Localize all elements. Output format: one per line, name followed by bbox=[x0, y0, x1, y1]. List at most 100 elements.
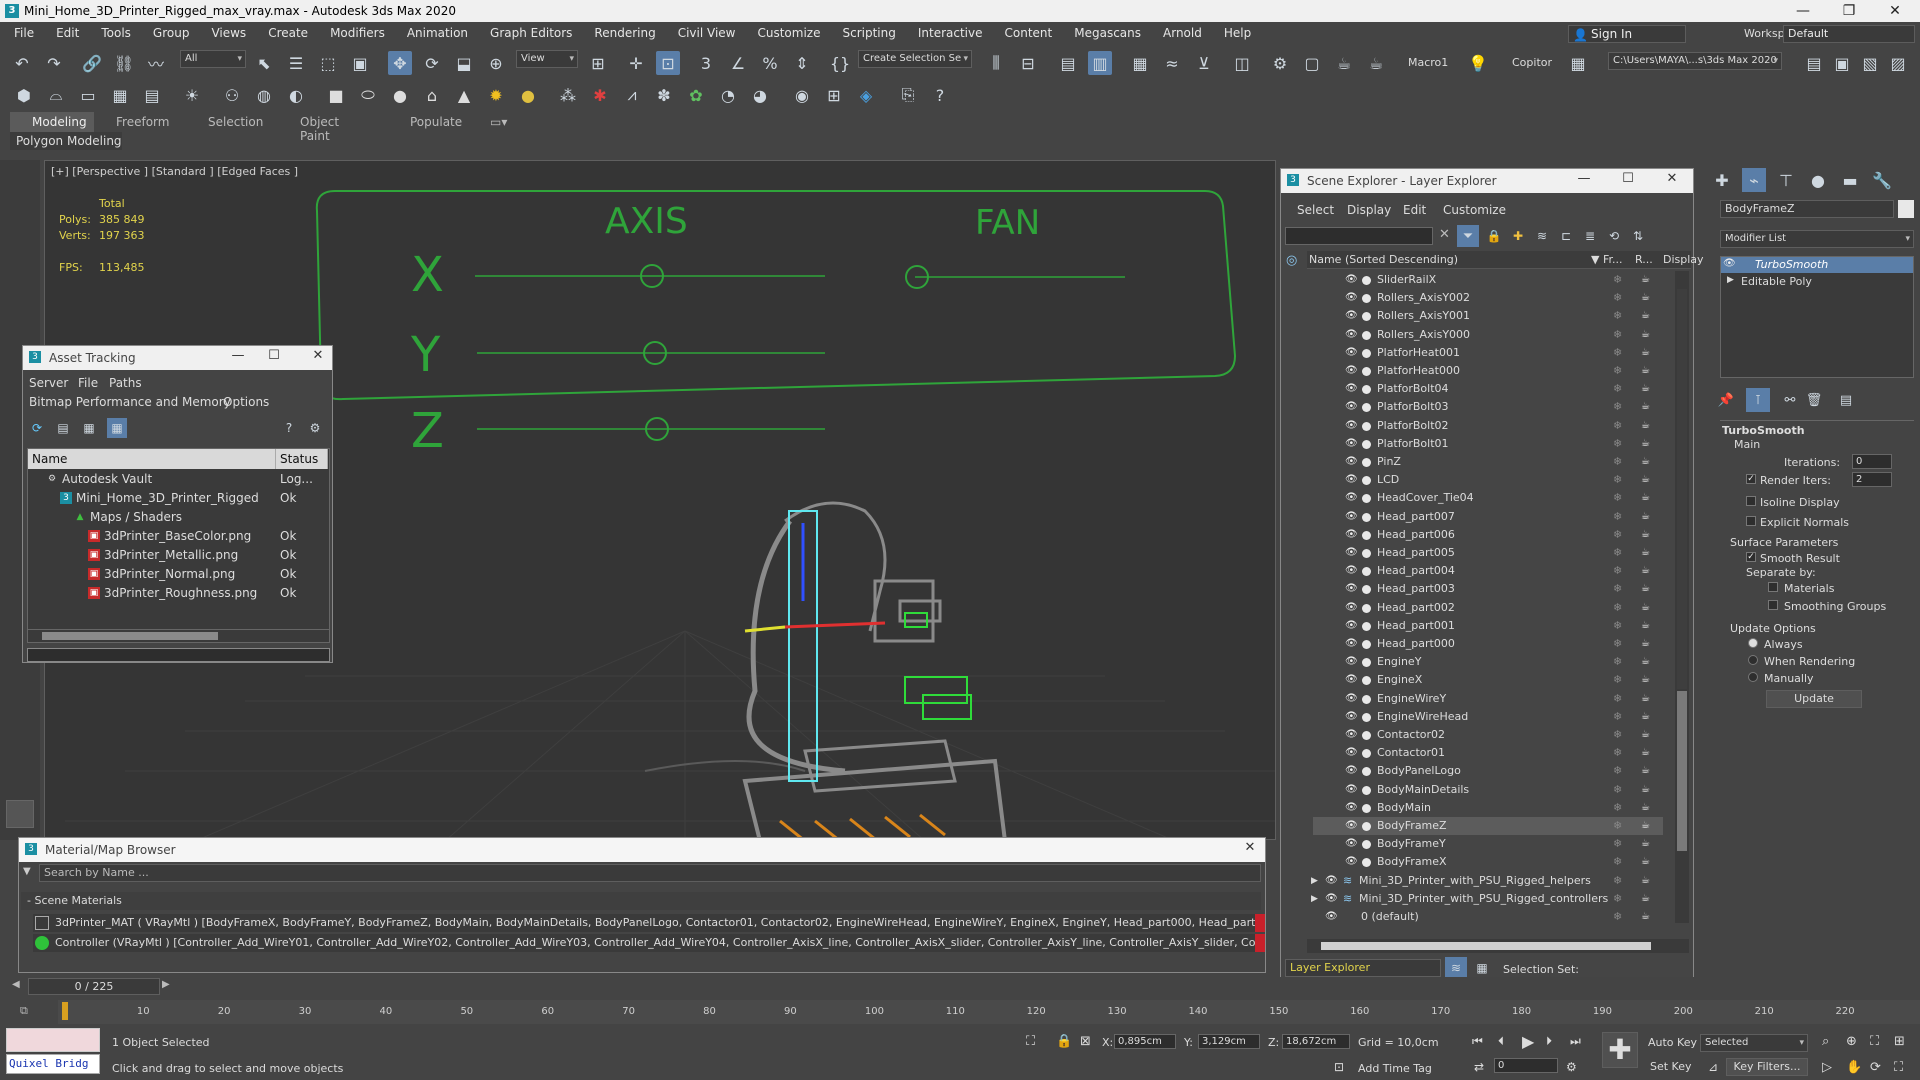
keyboard-shortcut-override-icon[interactable]: ⊡ bbox=[656, 51, 680, 75]
layer-render-icon[interactable]: ☕ bbox=[1641, 908, 1650, 926]
go-to-start-icon[interactable]: ⏮ bbox=[1472, 1034, 1483, 1049]
asset-help-icon[interactable]: ? bbox=[279, 418, 299, 438]
sign-in-dropdown[interactable]: 👤 Sign In bbox=[1568, 25, 1686, 43]
explorer-type-dropdown[interactable]: Layer Explorer bbox=[1285, 959, 1441, 977]
scene-row[interactable]: 👁 Contactor01 ❄ ☕ bbox=[1313, 744, 1663, 762]
update-button[interactable]: Update bbox=[1766, 690, 1862, 708]
layout-icon-3[interactable]: ▧ bbox=[1858, 51, 1882, 75]
asset-col-name[interactable]: Name bbox=[28, 449, 276, 469]
freeze-icon[interactable]: ❄ bbox=[1613, 344, 1622, 362]
isolate-selection-icon[interactable]: ⛶ bbox=[1026, 1034, 1035, 1049]
asset-row[interactable]: ▣ 3dPrinter_Metallic.png Ok bbox=[28, 546, 329, 565]
layer-render-icon[interactable]: ☕ bbox=[1641, 890, 1650, 908]
menu-megascans[interactable]: Megascans bbox=[1063, 22, 1152, 44]
layout-icon-2[interactable]: ▣ bbox=[1830, 51, 1854, 75]
freeze-icon[interactable]: ❄ bbox=[1613, 562, 1622, 580]
scene-row[interactable]: 👁 Rollers_AxisY001 ❄ ☕ bbox=[1313, 307, 1663, 325]
visibility-eye-icon[interactable]: 👁 bbox=[1345, 762, 1358, 780]
menu-tools[interactable]: Tools bbox=[90, 22, 142, 44]
current-frame-marker[interactable] bbox=[62, 1002, 68, 1020]
render-region-icon[interactable]: ⊞ bbox=[822, 83, 846, 107]
asset-settings-icon[interactable]: ⚙ bbox=[305, 418, 325, 438]
asset-path-field[interactable] bbox=[27, 648, 330, 662]
scene-col-display[interactable]: Display bbox=[1663, 253, 1704, 266]
filter-icon[interactable]: ⏷ bbox=[1457, 225, 1479, 247]
modify-tab-icon[interactable]: ⌁ bbox=[1742, 168, 1766, 192]
renderable-icon[interactable]: ☕ bbox=[1641, 781, 1650, 799]
pin-stack-icon[interactable]: 📌 bbox=[1714, 388, 1738, 412]
visibility-eye-icon[interactable]: 👁 bbox=[1345, 435, 1358, 453]
scene-row[interactable]: 👁 Head_part003 ❄ ☕ bbox=[1313, 580, 1663, 598]
freeze-icon[interactable]: ❄ bbox=[1613, 471, 1622, 489]
renderable-icon[interactable]: ☕ bbox=[1641, 635, 1650, 653]
renderable-icon[interactable]: ☕ bbox=[1641, 708, 1650, 726]
motion-tab-icon[interactable]: ● bbox=[1806, 168, 1830, 192]
utilities-tab-icon[interactable]: 🔧 bbox=[1870, 168, 1894, 192]
maxscript-listener[interactable] bbox=[6, 1028, 100, 1052]
scene-row[interactable]: 👁 Head_part007 ❄ ☕ bbox=[1313, 508, 1663, 526]
layer-freeze-icon[interactable]: ❄ bbox=[1613, 872, 1622, 890]
particle-icon[interactable]: ⁂ bbox=[556, 83, 580, 107]
scene-menu-display[interactable]: Display bbox=[1347, 203, 1391, 217]
scene-materials-section[interactable]: - Scene Materials bbox=[21, 892, 1261, 910]
layer-expand-icon[interactable]: ▶ bbox=[1311, 890, 1318, 908]
menu-modifiers[interactable]: Modifiers bbox=[319, 22, 396, 44]
scene-search-input[interactable] bbox=[1285, 227, 1433, 245]
absolute-mode-icon[interactable]: ⊠ bbox=[1080, 1034, 1091, 1049]
render-iters-spinner[interactable]: 2 bbox=[1852, 472, 1892, 487]
toggle-layer-explorer-icon[interactable]: ▥ bbox=[1088, 51, 1112, 75]
scene-row[interactable]: 👁 HeadCover_Tie04 ❄ ☕ bbox=[1313, 489, 1663, 507]
clear-search-icon[interactable]: ✕ bbox=[1439, 227, 1450, 242]
scene-menu-select[interactable]: Select bbox=[1297, 203, 1334, 217]
time-tag-icon[interactable]: ⊡ bbox=[1334, 1060, 1344, 1074]
create-tab-icon[interactable]: ✚ bbox=[1710, 168, 1734, 192]
track-bar[interactable]: 10 20 30 40 50 60 70 80 90 100 110 120 130 140 150 160 1… bbox=[58, 1000, 1920, 1024]
asset-menu-paths[interactable]: Paths bbox=[109, 376, 142, 390]
layer-visibility-icon[interactable]: 👁 bbox=[1325, 890, 1338, 908]
renderable-icon[interactable]: ☕ bbox=[1641, 653, 1650, 671]
menu-animation[interactable]: Animation bbox=[396, 22, 479, 44]
angle-snap-icon[interactable]: ∠ bbox=[726, 51, 750, 75]
asset-horizontal-scrollbar[interactable] bbox=[28, 629, 329, 642]
visibility-eye-icon[interactable]: 👁 bbox=[1345, 453, 1358, 471]
visibility-eye-icon[interactable]: 👁 bbox=[1345, 417, 1358, 435]
freeze-icon[interactable]: ❄ bbox=[1613, 853, 1622, 871]
renderable-icon[interactable]: ☕ bbox=[1641, 799, 1650, 817]
scene-row[interactable]: 👁 EngineX ❄ ☕ bbox=[1313, 671, 1663, 689]
scene-row[interactable]: 👁 Head_part005 ❄ ☕ bbox=[1313, 544, 1663, 562]
window-crossing-icon[interactable]: ▣ bbox=[348, 51, 372, 75]
green-helpers[interactable] bbox=[904, 612, 972, 720]
visibility-eye-icon[interactable]: 👁 bbox=[1345, 562, 1358, 580]
layer-freeze-icon[interactable]: ❄ bbox=[1613, 908, 1622, 926]
smoothing-groups-checkbox[interactable] bbox=[1768, 600, 1778, 610]
visibility-eye-icon[interactable]: 👁 bbox=[1345, 489, 1358, 507]
object-name-field[interactable]: BodyFrameZ bbox=[1720, 200, 1894, 218]
hierarchy-tab-icon[interactable]: ⊤ bbox=[1774, 168, 1798, 192]
visibility-eye-icon[interactable]: 👁 bbox=[1345, 326, 1358, 344]
freeze-icon[interactable]: ❄ bbox=[1613, 489, 1622, 507]
renderable-icon[interactable]: ☕ bbox=[1641, 453, 1650, 471]
spinner-snap-icon[interactable]: ⇕ bbox=[790, 51, 814, 75]
scene-row[interactable]: 👁 EngineWireY ❄ ☕ bbox=[1313, 690, 1663, 708]
scene-close-button[interactable]: ✕ bbox=[1661, 171, 1683, 186]
menu-group[interactable]: Group bbox=[142, 22, 201, 44]
layout-icon-1[interactable]: ▤ bbox=[1802, 51, 1826, 75]
visibility-eye-icon[interactable]: 👁 bbox=[1345, 599, 1358, 617]
freeze-icon[interactable]: ❄ bbox=[1613, 835, 1622, 853]
fur-icon[interactable]: ✽ bbox=[652, 83, 676, 107]
material-editor-icon[interactable]: ◫ bbox=[1230, 51, 1254, 75]
plane-icon[interactable]: ⬭ bbox=[356, 83, 380, 107]
current-frame-field[interactable]: 0 bbox=[1494, 1058, 1558, 1073]
scene-col-render[interactable]: R... bbox=[1635, 253, 1653, 266]
menu-content[interactable]: Content bbox=[994, 22, 1064, 44]
stack-item-editable-poly[interactable]: ▶ Editable Poly bbox=[1721, 274, 1913, 290]
key-selection-dropdown[interactable]: Selected bbox=[1700, 1034, 1808, 1052]
layer-toggle-icon[interactable]: ≋ bbox=[1445, 957, 1467, 979]
stack-eye-icon[interactable]: 👁 bbox=[1723, 258, 1736, 269]
control-rig-panel[interactable] bbox=[315, 190, 1237, 441]
scene-row[interactable]: 👁 EngineY ❄ ☕ bbox=[1313, 653, 1663, 671]
scene-row[interactable]: 👁 Rollers_AxisY000 ❄ ☕ bbox=[1313, 326, 1663, 344]
toggle-scene-explorer-icon[interactable]: ▤ bbox=[1056, 51, 1080, 75]
menu-graph-editors[interactable]: Graph Editors bbox=[479, 22, 583, 44]
asset-row[interactable]: ▣ 3dPrinter_Roughness.png Ok bbox=[28, 584, 329, 603]
